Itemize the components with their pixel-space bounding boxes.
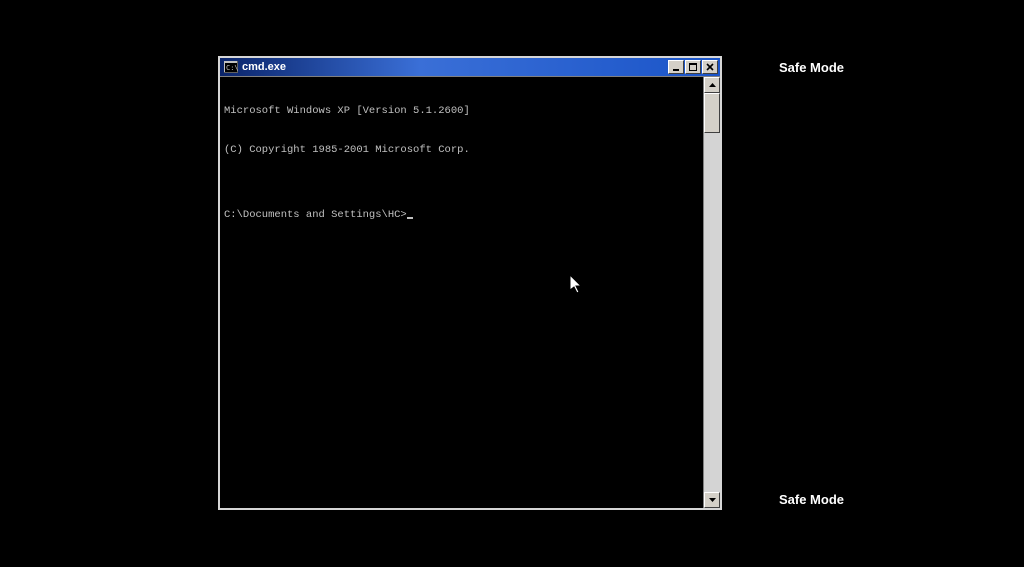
title-bar[interactable]: C:\ cmd.exe bbox=[220, 58, 720, 76]
window-title: cmd.exe bbox=[242, 61, 668, 73]
minimize-button[interactable] bbox=[668, 60, 684, 74]
prompt-text: C:\Documents and Settings\HC> bbox=[224, 209, 407, 222]
cmd-window: C:\ cmd.exe Microsoft Windows XP [Versio… bbox=[218, 56, 722, 510]
safe-mode-label-bottom-right: Safe Mode bbox=[779, 492, 844, 507]
scroll-up-button[interactable] bbox=[704, 77, 720, 93]
console-line: (C) Copyright 1985-2001 Microsoft Corp. bbox=[224, 144, 699, 157]
cmd-icon: C:\ bbox=[224, 61, 238, 73]
title-bar-buttons bbox=[668, 60, 718, 74]
console-line: Microsoft Windows XP [Version 5.1.2600] bbox=[224, 105, 699, 118]
svg-text:C:\: C:\ bbox=[226, 64, 238, 72]
client-area: Microsoft Windows XP [Version 5.1.2600] … bbox=[220, 76, 720, 508]
scroll-thumb[interactable] bbox=[704, 93, 720, 133]
prompt-line: C:\Documents and Settings\HC> bbox=[224, 209, 699, 222]
maximize-button[interactable] bbox=[685, 60, 701, 74]
close-button[interactable] bbox=[702, 60, 718, 74]
vertical-scrollbar[interactable] bbox=[703, 77, 720, 508]
text-cursor bbox=[407, 217, 413, 219]
safe-mode-label-top-right: Safe Mode bbox=[779, 60, 844, 75]
scroll-track[interactable] bbox=[704, 93, 720, 492]
console-output[interactable]: Microsoft Windows XP [Version 5.1.2600] … bbox=[220, 77, 703, 508]
scroll-down-button[interactable] bbox=[704, 492, 720, 508]
